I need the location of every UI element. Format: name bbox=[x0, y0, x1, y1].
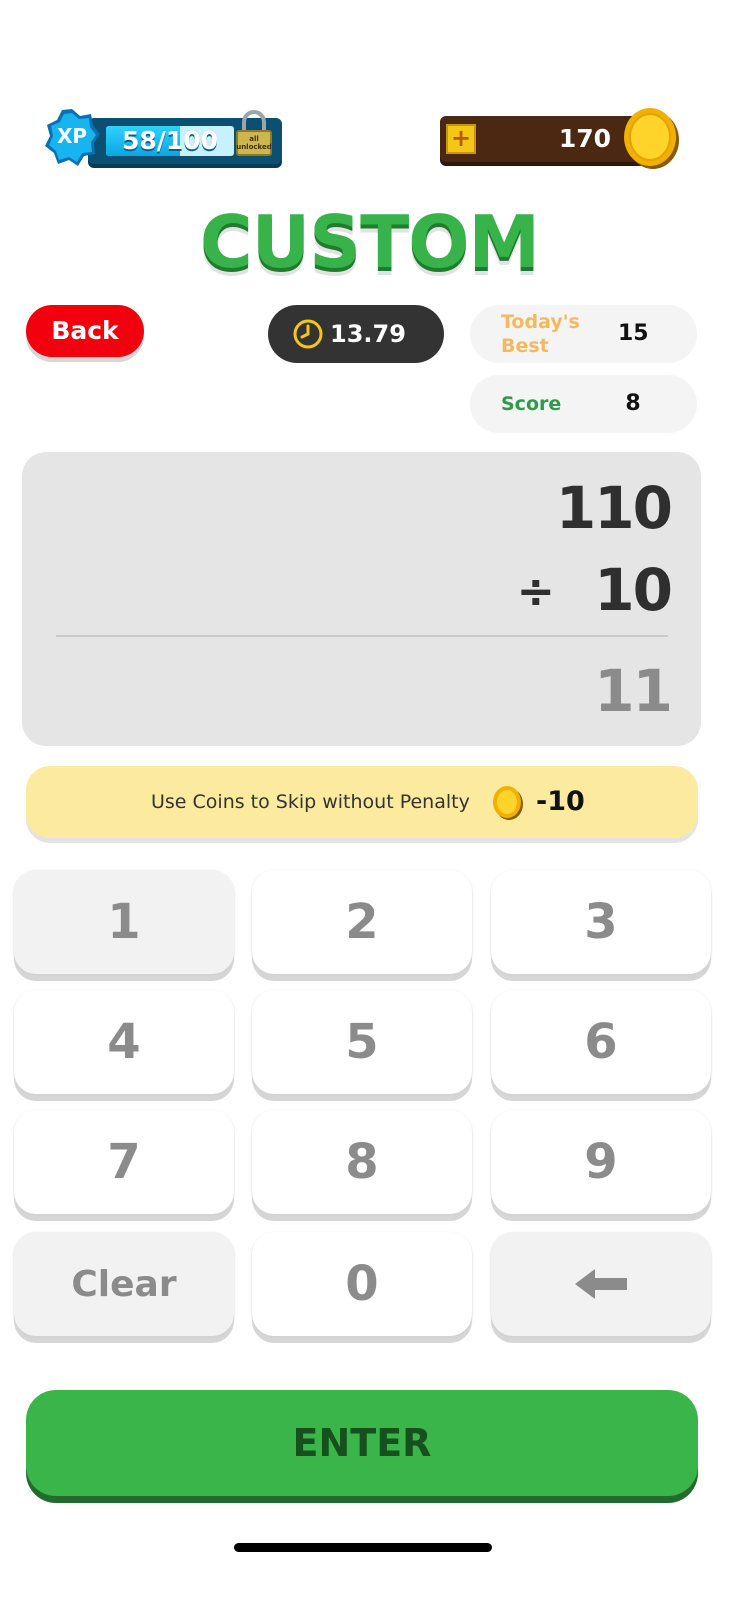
lock-icon: all unlocked bbox=[234, 108, 274, 162]
back-button[interactable]: Back bbox=[26, 305, 144, 357]
coins-bar: + 170 bbox=[440, 116, 645, 162]
key-9[interactable]: 9 bbox=[491, 1110, 711, 1214]
skip-cost: -10 bbox=[536, 786, 585, 817]
xp-bar: 58/100 XP all unlocked bbox=[44, 108, 284, 172]
score-value: 8 bbox=[625, 391, 641, 416]
buy-coins-button[interactable]: + bbox=[446, 124, 476, 154]
key-3[interactable]: 3 bbox=[491, 870, 711, 974]
answer-divider bbox=[56, 635, 668, 637]
todays-best-stat: Today's Best 15 bbox=[470, 305, 697, 363]
coin-icon bbox=[624, 108, 679, 169]
game-mode-title: CUSTOM bbox=[199, 200, 540, 284]
skip-with-coins-button[interactable]: Use Coins to Skip without Penalty -10 bbox=[26, 766, 698, 838]
backspace-button[interactable] bbox=[491, 1232, 711, 1336]
clock-icon bbox=[293, 319, 323, 349]
problem-panel: 110 ÷ 10 11 bbox=[22, 452, 701, 746]
lock-label: all unlocked bbox=[236, 135, 272, 151]
key-8[interactable]: 8 bbox=[252, 1110, 472, 1214]
key-7[interactable]: 7 bbox=[14, 1110, 234, 1214]
xp-badge-label: XP bbox=[56, 124, 88, 148]
coin-icon bbox=[493, 786, 523, 820]
coins-count: 170 bbox=[558, 124, 611, 153]
operand-1: 110 bbox=[555, 474, 673, 542]
score-stat: Score 8 bbox=[470, 375, 697, 433]
division-operator: ÷ bbox=[516, 564, 555, 618]
xp-progress-text: 58/100 bbox=[121, 126, 219, 155]
answer-input-display: 11 bbox=[594, 657, 673, 725]
key-6[interactable]: 6 bbox=[491, 990, 711, 1094]
left-arrow-icon bbox=[575, 1269, 627, 1299]
operand-2: 10 bbox=[594, 556, 673, 624]
clear-button[interactable]: Clear bbox=[14, 1232, 234, 1336]
key-2[interactable]: 2 bbox=[252, 870, 472, 974]
todays-best-value: 15 bbox=[618, 321, 649, 346]
key-4[interactable]: 4 bbox=[14, 990, 234, 1094]
timer-value: 13.79 bbox=[330, 320, 406, 348]
key-1[interactable]: 1 bbox=[14, 870, 234, 974]
enter-button[interactable]: ENTER bbox=[26, 1390, 698, 1496]
key-0[interactable]: 0 bbox=[252, 1232, 472, 1336]
timer: 13.79 bbox=[268, 305, 444, 363]
score-label: Score bbox=[501, 393, 562, 415]
todays-best-label: Today's Best bbox=[501, 311, 580, 357]
skip-label: Use Coins to Skip without Penalty bbox=[151, 791, 470, 813]
home-indicator bbox=[234, 1543, 492, 1552]
key-5[interactable]: 5 bbox=[252, 990, 472, 1094]
